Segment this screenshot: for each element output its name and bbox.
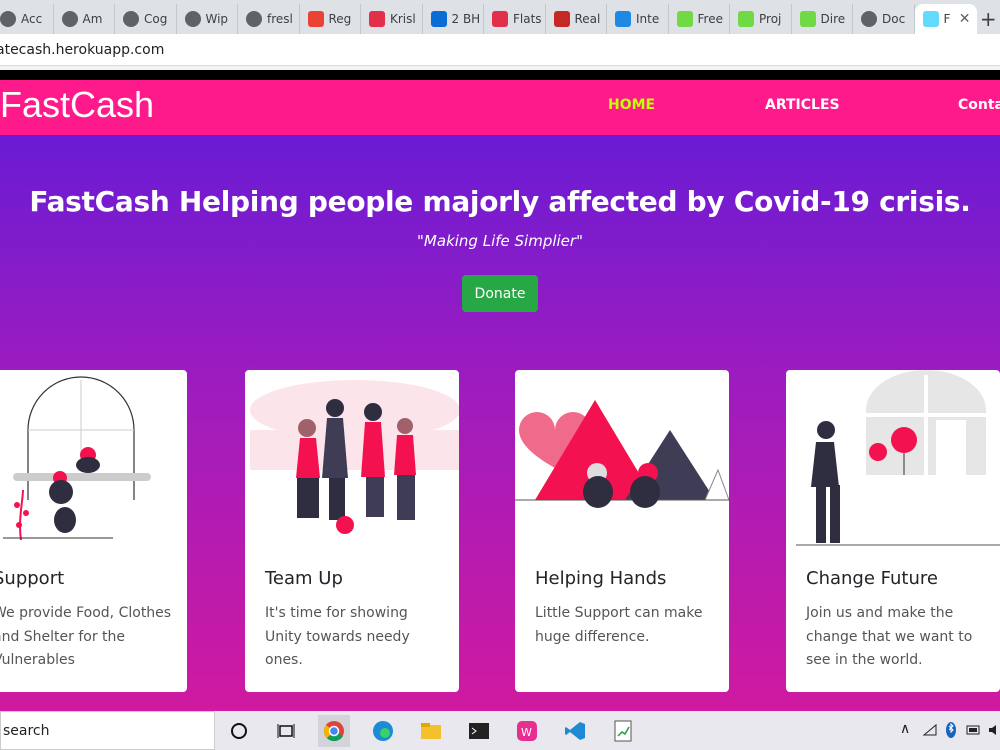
- card-title: Change Future: [806, 568, 938, 589]
- browser-tab-label: F: [943, 12, 951, 26]
- nav-link-articles[interactable]: ARTICLES: [765, 97, 840, 113]
- taskbar-search-box[interactable]: search: [0, 711, 215, 750]
- is-icon: [615, 11, 631, 27]
- site-navbar: FastCash HOME ARTICLES Conta: [0, 80, 1000, 135]
- browser-tab-label: Proj: [759, 12, 782, 26]
- card-title: Team Up: [265, 568, 343, 589]
- wifi-icon[interactable]: [922, 723, 938, 737]
- browser-tab[interactable]: Free: [669, 4, 730, 34]
- card-change-future: Change Future Join us and make the chang…: [786, 370, 1000, 692]
- browser-tab[interactable]: Doc: [853, 4, 915, 34]
- browser-tab[interactable]: fresl: [238, 4, 300, 34]
- globe-icon: [246, 11, 262, 27]
- bluetooth-icon[interactable]: [946, 721, 956, 739]
- terminal-icon[interactable]: [463, 715, 495, 747]
- browser-tab[interactable]: Real: [546, 4, 607, 34]
- svg-text:W: W: [521, 726, 532, 739]
- browser-tab[interactable]: Proj: [730, 4, 792, 34]
- browser-tab-label: Flats: [513, 12, 542, 26]
- mb-icon: [553, 11, 570, 27]
- browser-tab-bar: Acc Am Cog Wip fresl Reg Krisl 2 BH Flats Real Int…: [0, 0, 1000, 34]
- browser-tab[interactable]: Cog: [115, 4, 177, 34]
- donate-button[interactable]: Donate: [462, 275, 538, 312]
- upwork-icon: [676, 11, 693, 27]
- circle-icon: [369, 11, 385, 27]
- card-text: We provide Food, Clothes and Shelter for…: [0, 605, 172, 668]
- card-title: Helping Hands: [535, 568, 667, 589]
- browser-tab-label: Reg: [328, 12, 352, 26]
- hero-tagline: "Making Life Simplier": [417, 232, 583, 250]
- nav-link-contact[interactable]: Conta: [958, 97, 1000, 113]
- hero-section: FastCash Helping people majorly affected…: [0, 135, 1000, 711]
- browser-tab-label: Cog: [144, 12, 168, 26]
- speaker-icon[interactable]: [988, 724, 1000, 736]
- windows-taskbar: search W ∧: [0, 711, 1000, 750]
- browser-tab[interactable]: Reg: [300, 4, 361, 34]
- browser-tab-label: fresl: [267, 12, 293, 26]
- team-up-illustration: [250, 380, 459, 534]
- browser-tab[interactable]: Inte: [607, 4, 669, 34]
- browser-tab[interactable]: Dire: [792, 4, 853, 34]
- 99-icon: [430, 11, 447, 27]
- webstorm-icon[interactable]: W: [511, 715, 543, 747]
- upwork-icon: [799, 11, 816, 27]
- brand-logo[interactable]: FastCash: [0, 84, 154, 126]
- browser-tab[interactable]: Acc: [0, 4, 54, 34]
- address-bar[interactable]: atecash.herokuapp.com: [0, 34, 1000, 66]
- browser-tab-label: Acc: [21, 12, 43, 26]
- chrome-icon[interactable]: [318, 715, 350, 747]
- browser-tab-label: Real: [574, 12, 601, 26]
- gmail-icon: [307, 11, 324, 27]
- react-icon: [922, 11, 939, 27]
- vscode-icon[interactable]: [559, 715, 591, 747]
- card-text: Join us and make the change that we want…: [806, 605, 973, 668]
- browser-tab-label: Inte: [636, 12, 660, 26]
- globe-icon: [61, 11, 78, 27]
- card-text: Little Support can make huge difference.: [535, 605, 703, 645]
- circle-icon: [492, 11, 508, 27]
- browser-tab-label: 2 BH: [451, 12, 481, 26]
- task-view-icon[interactable]: [270, 715, 302, 747]
- browser-tab-label: Doc: [882, 12, 906, 26]
- battery-icon[interactable]: [966, 724, 982, 736]
- card-title: Support: [0, 568, 65, 589]
- browser-tab-label: Krisl: [390, 12, 416, 26]
- hero-headline: FastCash Helping people majorly affected…: [29, 185, 971, 218]
- close-tab-icon[interactable]: ✕: [959, 11, 971, 27]
- file-explorer-icon[interactable]: [415, 715, 447, 747]
- card-support: Support We provide Food, Clothes and She…: [0, 370, 187, 692]
- browser-tab[interactable]: Am: [54, 4, 115, 34]
- account-icon: [0, 11, 16, 27]
- helping-hands-illustration: [515, 400, 729, 508]
- browser-tab-label: Dire: [820, 12, 846, 26]
- globe-icon: [123, 11, 139, 27]
- card-text: It's time for showing Unity towards need…: [265, 605, 410, 668]
- card-team-up: Team Up It's time for showing Unity towa…: [245, 370, 459, 692]
- tray-chevron-icon[interactable]: ∧: [900, 721, 910, 737]
- change-future-illustration: [796, 370, 1000, 546]
- new-tab-button[interactable]: +: [977, 4, 1000, 34]
- browser-tab-label: Am: [82, 12, 103, 26]
- browser-tab[interactable]: 2 BH: [423, 4, 484, 34]
- card-helping-hands: Helping Hands Little Support can make hu…: [515, 370, 729, 692]
- page-top-border: [0, 66, 1000, 80]
- upwork-icon: [738, 11, 754, 27]
- globe-icon: [184, 11, 201, 27]
- globe-icon: [861, 11, 877, 27]
- browser-tab[interactable]: Flats: [484, 4, 546, 34]
- browser-tab[interactable]: Wip: [177, 4, 238, 34]
- browser-tab-label: Wip: [205, 12, 229, 26]
- url-text[interactable]: atecash.herokuapp.com: [0, 42, 164, 58]
- taskbar-search-placeholder: search: [3, 723, 50, 739]
- nav-link-home[interactable]: HOME: [608, 97, 655, 113]
- browser-tab[interactable]: Krisl: [361, 4, 423, 34]
- support-illustration: [3, 376, 151, 541]
- cortana-icon[interactable]: [223, 715, 255, 747]
- edge-icon[interactable]: [367, 715, 399, 747]
- notepad-icon[interactable]: [607, 715, 639, 747]
- browser-tab-label: Free: [697, 12, 723, 26]
- browser-tab[interactable]: F ✕: [914, 4, 977, 34]
